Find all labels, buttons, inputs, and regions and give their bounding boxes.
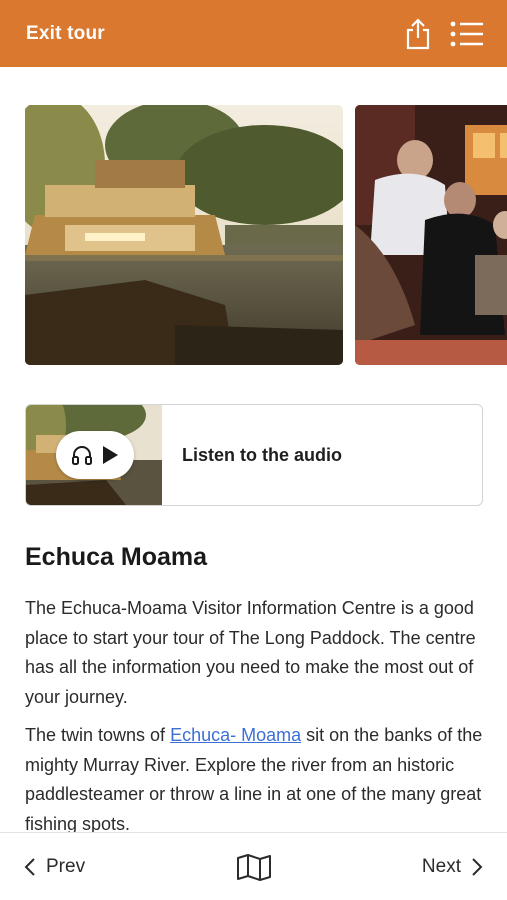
top-bar-actions [401,17,485,51]
exit-tour-button[interactable]: Exit tour [26,23,105,45]
audio-thumbnail [26,405,162,505]
page-title: Echuca Moama [25,543,208,571]
echuca-moama-link[interactable]: Echuca- Moama [170,725,301,745]
map-icon[interactable] [236,853,272,881]
description-text: The Echuca-Moama Visitor Information Cen… [25,594,487,832]
share-icon[interactable] [401,17,435,51]
prev-label: Prev [46,855,86,877]
top-bar: Exit tour [0,0,507,67]
list-menu-icon[interactable] [449,19,485,49]
play-icon [100,444,120,466]
next-button[interactable]: Next [422,856,483,878]
paragraph-towns-start: The twin towns of [25,725,171,745]
prev-button[interactable]: Prev [24,856,85,878]
listen-audio-card[interactable]: Listen to the audio [25,404,483,506]
chevron-left-icon [24,857,36,877]
listen-audio-label: Listen to the audio [182,444,342,465]
paragraph-towns: The twin towns of Echuca- Moama sit on t… [25,721,487,832]
next-label: Next [421,855,461,877]
photo-gallery[interactable] [0,105,507,365]
audio-play-control[interactable] [56,431,134,479]
paddlesteamer-photo[interactable] [25,105,343,365]
paragraph-intro: The Echuca-Moama Visitor Information Cen… [25,598,476,707]
bottom-navigation: Prev Next [0,832,507,900]
diners-photo[interactable] [355,105,507,365]
chevron-right-icon [471,857,483,877]
headphones-icon [70,443,94,467]
